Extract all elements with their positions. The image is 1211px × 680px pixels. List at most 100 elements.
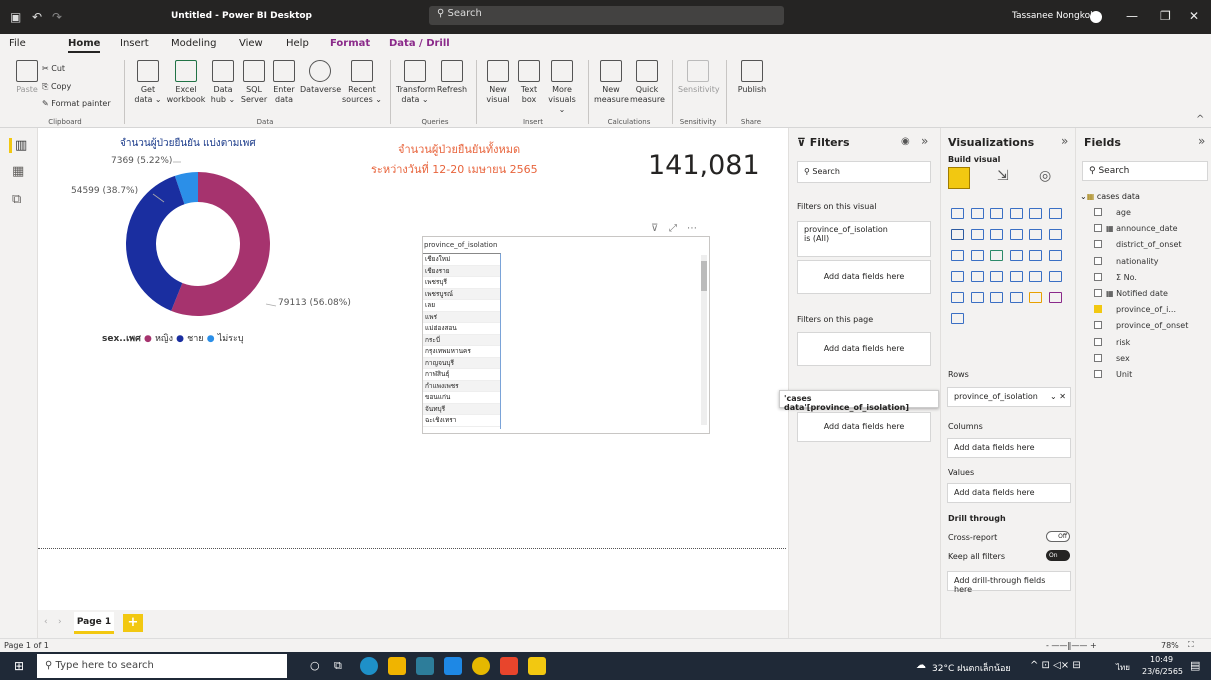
cortana-icon[interactable]: ○ bbox=[310, 659, 320, 672]
table-row[interactable]: ฉะเชิงเทรา bbox=[423, 415, 500, 427]
fields-search[interactable]: ⚲ Search bbox=[1082, 161, 1208, 181]
field-item[interactable]: ▦ announce_date bbox=[1094, 224, 1211, 233]
table-row[interactable]: กาฬสินธุ์ bbox=[423, 369, 500, 381]
field-checkbox[interactable] bbox=[1094, 321, 1102, 330]
restore-icon[interactable]: ❐ bbox=[1160, 9, 1171, 23]
table-row[interactable]: เชียงใหม่ bbox=[423, 254, 500, 266]
redo-icon[interactable]: ↷ bbox=[52, 10, 62, 24]
table-row[interactable]: แม่ฮ่องสอน bbox=[423, 323, 500, 335]
visual-type-icon[interactable] bbox=[1009, 250, 1023, 261]
task-view-icon[interactable]: ⧉ bbox=[334, 659, 342, 673]
dataverse-button[interactable]: Dataverse bbox=[300, 60, 341, 95]
field-checkbox[interactable] bbox=[1094, 272, 1102, 281]
weather-text[interactable]: 32°C ฝนตกเล็กน้อย bbox=[932, 661, 1011, 675]
report-canvas[interactable]: จำนวนผู้ป่วยยืนยัน แบ่งตามเพศ 7369 (5.22… bbox=[38, 128, 788, 610]
visual-type-icon[interactable] bbox=[1009, 271, 1023, 282]
field-item[interactable]: nationality bbox=[1094, 256, 1211, 266]
field-checkbox[interactable] bbox=[1094, 370, 1102, 378]
more-visuals-button[interactable]: More visuals ⌄ bbox=[544, 60, 580, 115]
add-page-button[interactable]: + bbox=[123, 614, 143, 632]
tab-page-1[interactable]: Page 1 bbox=[74, 612, 114, 634]
acrobat-icon[interactable] bbox=[500, 657, 518, 675]
scroll-thumb[interactable] bbox=[701, 261, 707, 291]
enter-data-button[interactable]: Enter data bbox=[270, 60, 298, 105]
remove-field-icon[interactable]: ⌄ ✕ bbox=[1050, 392, 1066, 401]
visual-type-icon[interactable] bbox=[970, 250, 984, 261]
visual-dropzone[interactable]: Add data fields here bbox=[797, 260, 931, 294]
visual-type-icon[interactable] bbox=[1009, 208, 1023, 219]
visual-type-icon[interactable] bbox=[1029, 292, 1042, 303]
visual-type-icon[interactable] bbox=[990, 229, 1003, 240]
windows-start-icon[interactable]: ⊞ bbox=[14, 659, 24, 673]
table-row[interactable]: เชียงราย bbox=[423, 265, 500, 277]
field-checkbox[interactable] bbox=[1094, 353, 1102, 362]
sensitivity-button[interactable]: Sensitivity bbox=[678, 60, 720, 95]
table-row[interactable]: จันทบุรี bbox=[423, 403, 500, 415]
values-dropzone[interactable]: Add data fields here bbox=[947, 483, 1071, 503]
collapse-viz-icon[interactable]: » bbox=[1061, 134, 1068, 148]
eye-icon[interactable]: ◉ bbox=[901, 136, 910, 147]
close-icon[interactable]: ✕ bbox=[1189, 9, 1199, 23]
field-item[interactable]: province_of_i... bbox=[1094, 305, 1211, 314]
menu-view[interactable]: View bbox=[239, 38, 263, 49]
text-box-button[interactable]: Text box bbox=[516, 60, 542, 105]
save-icon[interactable]: ▣ bbox=[10, 10, 21, 24]
field-item[interactable]: sex bbox=[1094, 353, 1211, 363]
new-measure-button[interactable]: New measure bbox=[594, 60, 629, 105]
table-row[interactable]: กรุงเทพมหานคร bbox=[423, 346, 500, 358]
model-view-icon[interactable]: ⧉ bbox=[12, 192, 21, 207]
file-explorer-icon[interactable] bbox=[388, 657, 406, 675]
visual-type-icon[interactable] bbox=[1048, 250, 1062, 261]
cross-report-toggle[interactable]: Off bbox=[1046, 531, 1070, 542]
taskbar-search[interactable]: ⚲ Type here to search bbox=[37, 654, 287, 678]
analytics-icon[interactable]: ◎ bbox=[1039, 168, 1051, 184]
menu-data-drill[interactable]: Data / Drill bbox=[389, 38, 450, 49]
table-row[interactable]: กำแพงเพชร bbox=[423, 380, 500, 392]
visual-type-icon[interactable] bbox=[990, 208, 1003, 219]
collapse-ribbon-icon[interactable]: ^ bbox=[1196, 114, 1204, 125]
sql-button[interactable]: SQL Server bbox=[240, 60, 268, 105]
format-painter-button[interactable]: ✎ Format painter bbox=[42, 99, 111, 108]
notifications-icon[interactable]: ▤ bbox=[1190, 659, 1200, 672]
transform-button[interactable]: Transform data ⌄ bbox=[396, 60, 436, 105]
field-checkbox[interactable] bbox=[1094, 337, 1102, 346]
menu-insert[interactable]: Insert bbox=[120, 38, 149, 49]
page-dropzone[interactable]: Add data fields here bbox=[797, 332, 931, 366]
visual-type-icon[interactable] bbox=[1009, 229, 1023, 240]
clock-time[interactable]: 10:49 bbox=[1150, 655, 1173, 664]
table-row[interactable]: กาญจนบุรี bbox=[423, 357, 500, 369]
field-item[interactable]: district_of_onset bbox=[1094, 240, 1211, 249]
table-row[interactable]: กระบี่ bbox=[423, 334, 500, 346]
field-checkbox[interactable] bbox=[1094, 256, 1102, 265]
legend-unspecified[interactable]: ไม่ระบุ bbox=[218, 334, 244, 344]
legend-female[interactable]: หญิง bbox=[155, 334, 173, 344]
search-box[interactable]: ⚲ Search bbox=[429, 6, 784, 25]
report-view-icon[interactable]: ▥ bbox=[9, 138, 27, 153]
donut-chart[interactable] bbox=[78, 154, 358, 354]
visual-type-icon[interactable] bbox=[970, 271, 984, 282]
table-visual[interactable]: ⊽ ⤢ ⋯ province_of_isolation เชียงใหม่ เชี… bbox=[422, 223, 710, 434]
visual-type-icon[interactable] bbox=[1029, 271, 1042, 282]
field-item[interactable]: risk bbox=[1094, 337, 1211, 347]
data-view-icon[interactable]: ▦ bbox=[12, 164, 24, 179]
powerbi-icon[interactable] bbox=[528, 657, 546, 675]
field-item[interactable]: age bbox=[1094, 208, 1211, 217]
minimize-icon[interactable]: — bbox=[1126, 9, 1138, 23]
menu-modeling[interactable]: Modeling bbox=[171, 38, 217, 49]
rows-field-chip[interactable]: province_of_isolation ⌄ ✕ bbox=[947, 387, 1071, 407]
columns-dropzone[interactable]: Add data fields here bbox=[947, 438, 1071, 458]
user-name[interactable]: Tassanee Nongkok bbox=[1012, 11, 1095, 21]
visual-type-icon[interactable] bbox=[951, 313, 964, 324]
table-row[interactable]: แพร่ bbox=[423, 311, 500, 323]
visual-type-icon[interactable] bbox=[1009, 292, 1023, 303]
visual-type-icon[interactable] bbox=[1048, 229, 1062, 240]
field-checkbox[interactable] bbox=[1094, 305, 1102, 314]
filter-card-province[interactable]: province_of_isolation is (All) bbox=[797, 221, 931, 257]
menu-file[interactable]: File bbox=[9, 38, 26, 49]
table-header[interactable]: province_of_isolation bbox=[424, 241, 497, 249]
table-node[interactable]: ⌄▦ cases data bbox=[1080, 192, 1140, 201]
visual-type-icon[interactable] bbox=[1048, 271, 1062, 282]
tray-icons[interactable]: ^ ⊡ ◁× ⊟ bbox=[1030, 660, 1081, 671]
visual-type-icon[interactable] bbox=[951, 292, 964, 303]
paste-button[interactable]: Paste bbox=[14, 60, 40, 95]
